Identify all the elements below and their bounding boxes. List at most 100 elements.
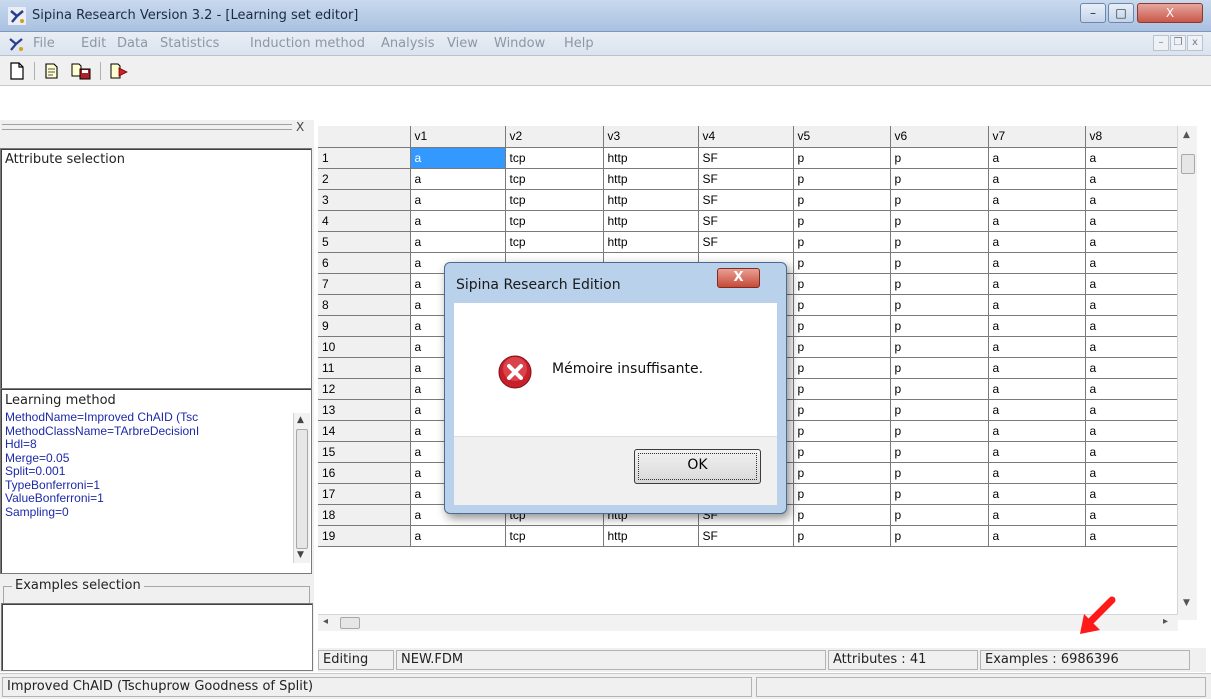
row-header[interactable]: 9 (318, 315, 411, 337)
grid-cell[interactable]: p (793, 147, 891, 169)
grid-cell[interactable]: a (410, 189, 506, 211)
grid-cell[interactable]: p (793, 252, 891, 274)
row-header[interactable]: 14 (318, 420, 411, 442)
row-header[interactable]: 8 (318, 294, 411, 316)
grid-cell[interactable]: p (890, 273, 989, 295)
scroll-down-icon[interactable]: ▼ (1183, 598, 1190, 608)
grid-cell[interactable]: p (793, 336, 891, 358)
grid-cell[interactable]: a (1085, 525, 1178, 547)
grid-cell[interactable]: a (988, 504, 1086, 526)
child-restore-button[interactable]: ❐ (1170, 35, 1186, 51)
row-header[interactable]: 5 (318, 231, 411, 253)
row-header[interactable]: 10 (318, 336, 411, 358)
grid-cell[interactable]: p (793, 210, 891, 232)
grid-cell[interactable]: tcp (505, 147, 604, 169)
execute-icon[interactable] (108, 61, 130, 81)
grid-cell[interactable]: http (603, 525, 699, 547)
grid-cell[interactable]: p (793, 357, 891, 379)
dialog-close-button[interactable]: X (717, 268, 760, 288)
new-file-icon[interactable] (6, 61, 28, 81)
grid-cell[interactable]: a (988, 231, 1086, 253)
grid-cell[interactable]: a (988, 210, 1086, 232)
grid-cell[interactable]: p (793, 168, 891, 190)
grid-cell[interactable]: a (1085, 441, 1178, 463)
grid-cell[interactable]: a (410, 210, 506, 232)
grid-cell[interactable]: a (1085, 399, 1178, 421)
grid-cell[interactable]: a (988, 378, 1086, 400)
grid-cell[interactable]: a (988, 315, 1086, 337)
grid-cell[interactable]: p (793, 441, 891, 463)
grid-cell[interactable]: tcp (505, 525, 604, 547)
grid-cell[interactable]: p (793, 315, 891, 337)
menu-analysis[interactable]: Analysis (381, 36, 435, 51)
child-minimize-button[interactable]: – (1153, 35, 1169, 51)
grid-cell[interactable]: p (890, 483, 989, 505)
grid-horizontal-scrollbar[interactable]: ◂ ▸ (318, 614, 1178, 631)
grid-cell[interactable]: p (890, 210, 989, 232)
grid-cell[interactable]: a (1085, 504, 1178, 526)
grid-cell[interactable]: a (410, 147, 506, 169)
grid-cell[interactable]: p (890, 294, 989, 316)
maximize-window-button[interactable]: □ (1108, 3, 1134, 23)
grid-cell[interactable]: p (890, 231, 989, 253)
grid-cell[interactable]: p (793, 273, 891, 295)
menu-edit[interactable]: Edit (81, 36, 106, 51)
grid-corner[interactable] (318, 126, 411, 148)
grid-cell[interactable]: SF (698, 231, 794, 253)
grid-cell[interactable]: p (793, 231, 891, 253)
column-header[interactable]: v5 (793, 126, 891, 148)
column-header[interactable]: v2 (505, 126, 604, 148)
grid-cell[interactable]: p (890, 147, 989, 169)
scroll-up-icon[interactable]: ▲ (297, 415, 304, 425)
panel-grip[interactable] (2, 124, 292, 130)
menu-statistics[interactable]: Statistics (160, 36, 219, 51)
grid-cell[interactable]: a (1085, 336, 1178, 358)
column-header[interactable]: v3 (603, 126, 699, 148)
row-header[interactable]: 2 (318, 168, 411, 190)
grid-cell[interactable]: a (410, 231, 506, 253)
grid-cell[interactable]: a (1085, 294, 1178, 316)
grid-cell[interactable]: p (890, 357, 989, 379)
open-file-icon[interactable] (42, 61, 64, 81)
column-header[interactable]: v6 (890, 126, 989, 148)
grid-cell[interactable]: a (410, 168, 506, 190)
grid-cell[interactable]: tcp (505, 189, 604, 211)
row-header[interactable]: 16 (318, 462, 411, 484)
menu-view[interactable]: View (447, 36, 478, 51)
row-header[interactable]: 7 (318, 273, 411, 295)
grid-cell[interactable]: a (988, 336, 1086, 358)
grid-cell[interactable]: p (890, 378, 989, 400)
grid-cell[interactable]: a (988, 441, 1086, 463)
grid-cell[interactable]: a (1085, 420, 1178, 442)
grid-cell[interactable]: http (603, 147, 699, 169)
grid-cell[interactable]: p (793, 504, 891, 526)
grid-cell[interactable]: a (1085, 357, 1178, 379)
row-header[interactable]: 11 (318, 357, 411, 379)
row-header[interactable]: 4 (318, 210, 411, 232)
grid-cell[interactable]: p (793, 189, 891, 211)
grid-cell[interactable]: a (1085, 462, 1178, 484)
grid-cell[interactable]: a (1085, 252, 1178, 274)
grid-cell[interactable]: a (988, 147, 1086, 169)
row-header[interactable]: 12 (318, 378, 411, 400)
grid-cell[interactable]: a (988, 252, 1086, 274)
grid-cell[interactable]: a (988, 420, 1086, 442)
grid-cell[interactable]: http (603, 168, 699, 190)
grid-cell[interactable]: a (1085, 273, 1178, 295)
method-scrollbar[interactable]: ▲ ▼ (293, 413, 310, 563)
grid-cell[interactable]: SF (698, 525, 794, 547)
child-close-button[interactable]: x (1187, 35, 1203, 51)
grid-cell[interactable]: a (1085, 168, 1178, 190)
grid-cell[interactable]: p (890, 315, 989, 337)
grid-cell[interactable]: http (603, 210, 699, 232)
grid-cell[interactable]: p (890, 420, 989, 442)
grid-vertical-scrollbar[interactable]: ▲ ▼ (1177, 126, 1197, 620)
grid-cell[interactable]: p (890, 399, 989, 421)
grid-cell[interactable]: p (793, 483, 891, 505)
grid-cell[interactable]: p (793, 294, 891, 316)
grid-cell[interactable]: p (890, 441, 989, 463)
scroll-down-icon[interactable]: ▼ (297, 550, 304, 560)
examples-selection-box[interactable] (1, 603, 313, 671)
ok-button[interactable]: OK (634, 449, 761, 484)
grid-cell[interactable]: p (793, 462, 891, 484)
